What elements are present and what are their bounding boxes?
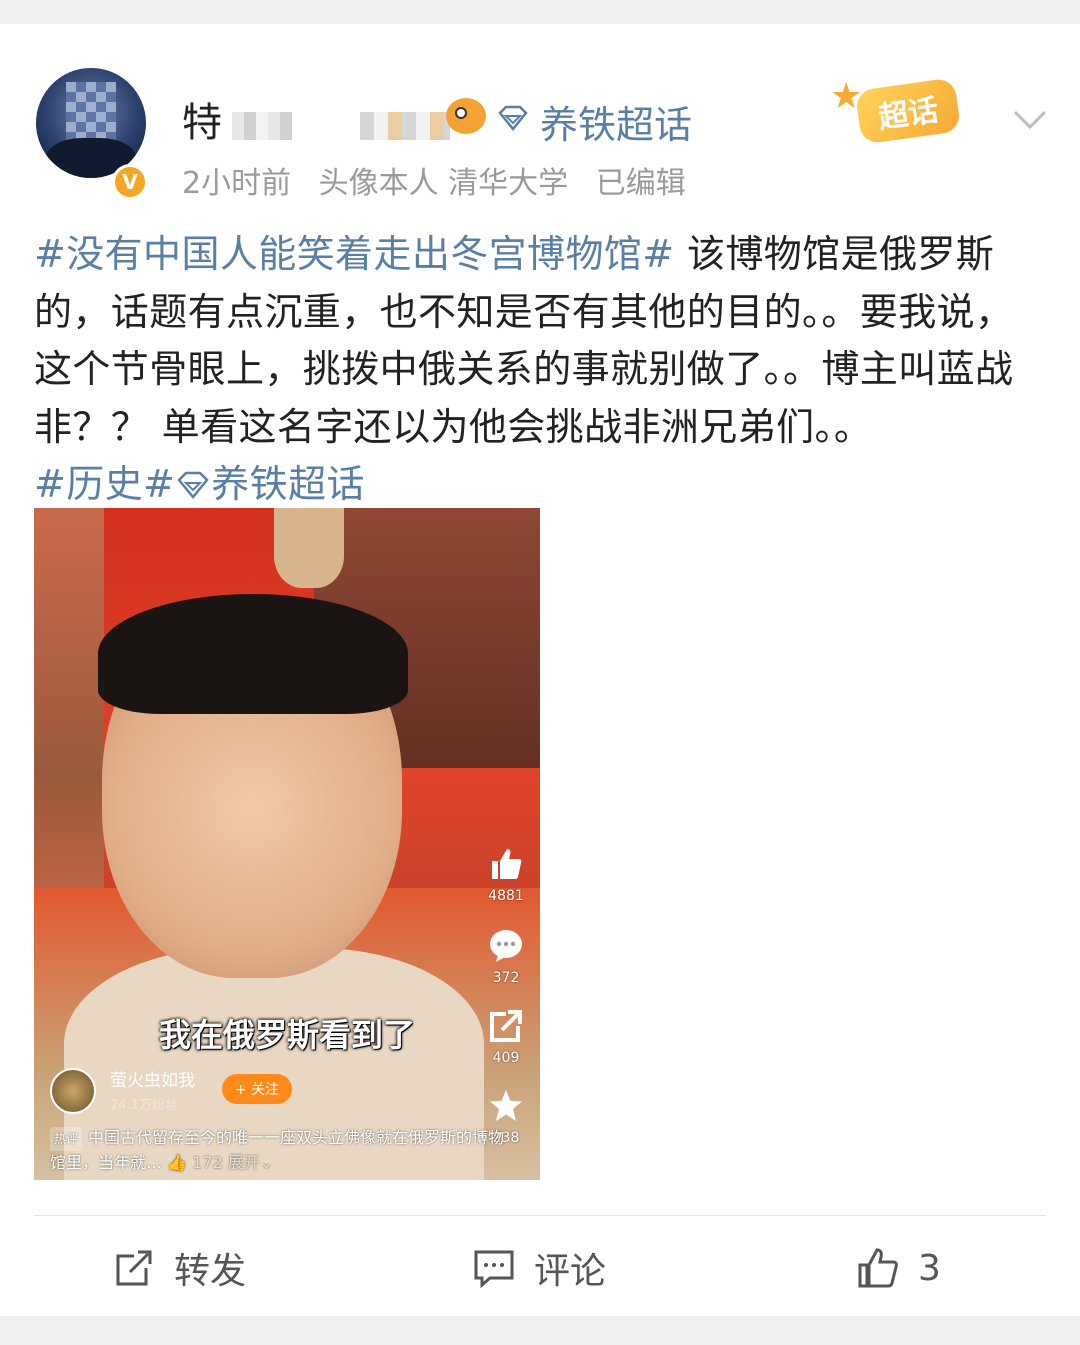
video-share[interactable]: 409 [482,1008,530,1066]
video-caption: 我在俄罗斯看到了 [158,1016,415,1054]
video-author-name[interactable]: 萤火虫如我 [110,1066,195,1091]
video-share-count: 409 [492,1050,520,1066]
comment-icon [474,1250,514,1289]
comment-bubble-icon [490,930,522,962]
comment-button[interactable]: 评论 [472,1240,606,1296]
video-thumbnail[interactable]: 我在俄罗斯看到了 4881 372 409 238 萤火虫如我 24.1万粉丝 [34,508,540,1180]
supertopic-badge[interactable]: ★ 超话 [830,76,980,146]
comment-label: 评论 [534,1251,607,1292]
video-like[interactable]: 4881 [482,846,530,904]
video-author[interactable]: 萤火虫如我 24.1万粉丝 + 关注 [50,1068,310,1114]
hot-comment-likes: 👍 172 [167,1153,223,1172]
video-comment-count: 372 [492,970,520,986]
person-hair [98,594,408,714]
hashtag-link[interactable]: #没有中国人能笑着走出冬宫博物馆# [34,232,674,276]
follow-button[interactable]: + 关注 [222,1074,292,1104]
supertopic-inline-link[interactable]: 养铁超话 [211,462,365,506]
star-icon [490,1090,522,1121]
username-blurred-part [360,112,450,140]
like-count: 3 [918,1247,941,1289]
post-time: 2小时前 [182,166,292,201]
video-comment[interactable]: 372 [482,928,530,986]
hot-comment-like-count: 172 [192,1153,223,1172]
like-button[interactable]: 3 [856,1240,941,1296]
verified-v-icon: V [112,164,148,200]
expand-link[interactable]: 展开⌄ [228,1153,273,1172]
repost-icon [116,1250,152,1286]
post-text: #没有中国人能笑着走出冬宫博物馆# 该博物馆是俄罗斯的，话题有点沉重，也不知是否… [34,226,1044,514]
share-icon [490,1010,522,1042]
post-meta: 2小时前 头像本人 清华大学 已编辑 [182,158,704,202]
user-avatar[interactable] [36,68,146,178]
buddha-statue [274,508,344,588]
hashtag-history-link[interactable]: #历史# [34,462,175,506]
post-source: 头像本人 清华大学 [318,166,569,201]
avatar-mosaic [66,82,116,142]
chevron-down-icon[interactable] [1012,102,1048,138]
video-like-count: 4881 [488,888,524,904]
video-author-fans: 24.1万粉丝 [110,1098,178,1113]
thumbs-up-icon [858,1248,898,1288]
thumbs-up-icon [492,849,522,879]
weibo-post-card: V 特 养铁超话 2小时前 头像本人 清华大学 已编辑 ★ 超话 #没有中国人能… [0,24,1080,1316]
repost-button[interactable]: 转发 [112,1240,246,1296]
hot-comment[interactable]: 热评 中国古代留存至今的唯一一座双头立佛像就在俄罗斯的博物馆里，当年就… 👍 17… [50,1126,520,1175]
username[interactable]: 特 [182,90,222,148]
footer-divider [34,1215,1046,1216]
diamond-icon [498,105,528,131]
supertopic-link[interactable]: 养铁超话 [540,94,692,149]
fish-icon [446,98,486,134]
diamond-icon [177,471,209,499]
username-blurred-part [232,112,292,140]
video-author-avatar[interactable] [50,1068,96,1114]
hot-comment-tag: 热评 [50,1127,83,1151]
hot-comment-text: 中国古代留存至今的唯一一座双头立佛像就在俄罗斯的博物馆里，当年就… [50,1128,505,1172]
post-edited: 已编辑 [595,166,686,201]
expand-label: 展开 [227,1153,260,1172]
supertopic-badge-label: 超话 [854,77,962,145]
repost-label: 转发 [174,1251,247,1292]
